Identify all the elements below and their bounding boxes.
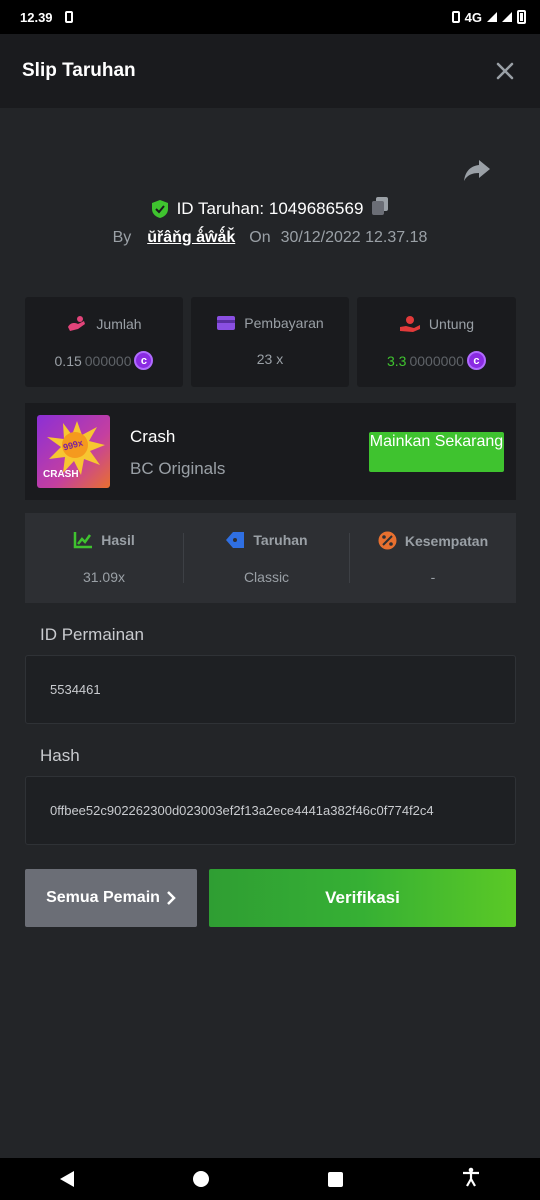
recents-icon[interactable]	[328, 1171, 344, 1187]
hash-value: 0ffbee52c902262300d023003ef2f13a2ece4441…	[50, 803, 434, 818]
taruhan-label: Taruhan	[253, 532, 308, 548]
profit-value-main: 3.3	[387, 352, 407, 369]
shield-check-icon	[151, 199, 168, 218]
bet-datetime: 30/12/2022 12.37.18	[280, 229, 428, 246]
signal-icon-2	[502, 12, 512, 22]
amount-icon	[68, 316, 86, 331]
amount-value-main: 0.15	[54, 352, 82, 369]
stat-payout: Pembayaran 23 x	[191, 297, 349, 387]
copy-button[interactable]	[371, 196, 389, 221]
ticket-icon	[226, 532, 245, 548]
payout-card-icon	[217, 316, 236, 330]
thumb-label: CRASH	[43, 469, 79, 480]
network-type: 4G	[464, 9, 482, 25]
kesempatan-label: Kesempatan	[404, 532, 489, 549]
close-icon	[496, 62, 514, 80]
share-button[interactable]	[462, 158, 492, 184]
modal-header: Slip Taruhan	[0, 34, 540, 108]
back-icon[interactable]	[59, 1171, 74, 1187]
hash-field[interactable]: 0ffbee52c902262300d023003ef2f13a2ece4441…	[25, 776, 516, 845]
result-taruhan: Taruhan Classic	[184, 513, 349, 603]
home-icon[interactable]	[192, 1171, 209, 1187]
chevron-right-icon	[167, 891, 176, 905]
status-time: 12.39	[20, 9, 53, 25]
game-id-value: 5534461	[50, 682, 101, 697]
game-id-label: ID Permainan	[40, 625, 144, 644]
percent-icon	[378, 531, 397, 550]
battery-icon	[517, 10, 526, 24]
payout-value: 23 x	[256, 351, 284, 367]
system-nav-bar	[0, 1158, 540, 1200]
all-players-label: Semua Pemain	[46, 889, 160, 906]
stat-profit: Untung 3.3 0000000 c	[357, 297, 516, 387]
profit-label: Untung	[428, 316, 475, 332]
result-card: Hasil 31.09x Taruhan Classic Kesempatan …	[25, 513, 516, 603]
copy-icon	[372, 197, 389, 215]
hash-label: Hash	[40, 746, 80, 765]
chart-icon	[74, 532, 93, 549]
signal-icon	[487, 12, 497, 22]
stat-amount: Jumlah 0.15 000000 c	[25, 297, 183, 387]
bet-id-row: ID Taruhan: 1049686569	[0, 196, 540, 221]
hasil-value: 31.09x	[82, 569, 126, 585]
game-provider: BC Originals	[130, 459, 226, 478]
by-label: By	[112, 229, 132, 246]
vibrate-icon	[451, 11, 460, 23]
payout-label: Pembayaran	[244, 315, 324, 331]
verify-label: Verifikasi	[325, 888, 400, 907]
profit-value-dim: 0000000	[409, 352, 464, 369]
accessibility-icon[interactable]	[462, 1167, 480, 1192]
amount-value-dim: 000000	[84, 352, 132, 369]
hasil-label: Hasil	[101, 532, 135, 548]
on-label: On	[249, 229, 271, 246]
result-kesempatan: Kesempatan -	[350, 513, 516, 603]
game-name[interactable]: Crash	[130, 427, 175, 447]
profit-hand-icon	[399, 316, 420, 332]
taruhan-value: Classic	[243, 569, 290, 585]
status-bar: 12.39 4G	[0, 0, 540, 34]
kesempatan-value: -	[430, 569, 436, 585]
game-card: 999x CRASH Crash BC Originals Mainkan Se…	[25, 403, 516, 500]
result-hasil: Hasil 31.09x	[25, 513, 183, 603]
verify-button[interactable]: Verifikasi	[209, 869, 516, 927]
game-thumbnail[interactable]: 999x CRASH	[37, 415, 110, 488]
amount-label: Jumlah	[96, 316, 142, 332]
close-button[interactable]	[496, 57, 514, 85]
play-now-button[interactable]: Mainkan Sekarang	[369, 432, 504, 472]
coin-icon: c	[466, 351, 486, 370]
coin-icon: c	[134, 351, 154, 370]
all-players-button[interactable]: Semua Pemain	[25, 869, 197, 927]
page-title: Slip Taruhan	[22, 60, 136, 81]
notification-icon	[64, 11, 73, 23]
share-icon	[464, 160, 490, 181]
game-id-field[interactable]: 5534461	[25, 655, 516, 724]
bet-author-row: By ŭřâňg ǻŵǻǩ On 30/12/2022 12.37.18	[0, 229, 540, 247]
bet-id: ID Taruhan: 1049686569	[176, 198, 364, 218]
username-link[interactable]: ŭřâňg ǻŵǻǩ	[147, 229, 235, 247]
